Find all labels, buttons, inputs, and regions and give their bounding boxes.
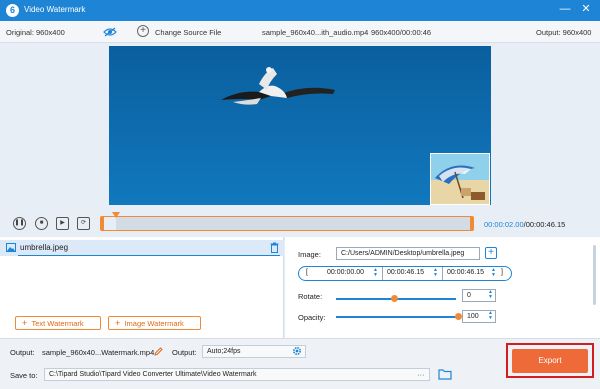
- duration-stepper[interactable]: ▲ ▼: [490, 268, 497, 279]
- end-time-stepper[interactable]: ▲ ▼: [432, 268, 439, 279]
- app-logo-icon: 6: [6, 4, 19, 17]
- opacity-slider-track: [336, 316, 458, 318]
- save-to-label: Save to:: [10, 371, 38, 380]
- playhead[interactable]: [112, 212, 120, 218]
- rotate-slider-knob[interactable]: [391, 295, 398, 302]
- add-text-watermark-button[interactable]: + Text Watermark: [15, 316, 101, 330]
- timeline[interactable]: [100, 216, 474, 231]
- play-icon[interactable]: ❚❚: [13, 217, 26, 230]
- settings-scrollbar[interactable]: [593, 245, 596, 305]
- timeline-end-handle[interactable]: [470, 217, 473, 230]
- umbrella-image: [431, 154, 489, 204]
- add-image-button[interactable]: +: [485, 247, 497, 259]
- source-filename: sample_960x40...ith_audio.mp4: [262, 28, 369, 37]
- folder-icon[interactable]: [438, 368, 452, 380]
- output-resolution: Output: 960x400: [536, 28, 592, 37]
- duration-value[interactable]: 00:00:46.15: [447, 269, 484, 276]
- rotate-slider[interactable]: [336, 295, 456, 303]
- range-close-bracket: ]: [501, 269, 503, 276]
- plus-icon: +: [115, 318, 121, 328]
- start-time-stepper[interactable]: ▲ ▼: [372, 268, 379, 279]
- close-button[interactable]: ✕: [578, 2, 594, 18]
- rotate-label: Rotate:: [298, 292, 323, 301]
- title-bar: 6 Video Watermark — ✕: [0, 0, 600, 21]
- output-label: Output:: [10, 348, 35, 357]
- original-resolution: Original: 960x400: [6, 28, 65, 37]
- change-source-file-button[interactable]: Change Source File: [155, 28, 221, 37]
- text-watermark-label: Text Watermark: [31, 319, 84, 328]
- opacity-stepper[interactable]: ▲ ▼: [487, 311, 494, 322]
- opacity-label: Opacity:: [298, 313, 326, 322]
- minimize-button[interactable]: —: [557, 2, 573, 18]
- total-time: /00:00:46.15: [523, 220, 566, 229]
- output-format-field[interactable]: Auto;24fps: [202, 345, 306, 358]
- time-range-field[interactable]: [ 00:00:00.00 ▲ ▼ 00:00:46.15 ▲ ▼ 00:00:46…: [298, 266, 512, 281]
- image-path-field[interactable]: C:/Users/ADMIN/Desktop/umbrella.jpeg: [336, 247, 480, 260]
- end-time-value[interactable]: 00:00:46.15: [387, 269, 424, 276]
- image-icon: [6, 243, 16, 252]
- window-title: Video Watermark: [24, 5, 86, 14]
- divider: [442, 267, 443, 280]
- image-label: Image:: [298, 250, 321, 259]
- watermark-overlay-image[interactable]: [430, 153, 490, 205]
- edit-icon[interactable]: [154, 347, 163, 356]
- divider: [382, 267, 383, 280]
- plus-circle-icon[interactable]: +: [137, 25, 149, 37]
- opacity-value: 100: [467, 313, 479, 320]
- plus-icon: +: [22, 318, 28, 328]
- range-open-bracket: [: [306, 269, 308, 276]
- gear-icon[interactable]: [292, 346, 302, 356]
- layer-underline: [18, 255, 280, 256]
- save-path-field[interactable]: C:\Tipard Studio\Tipard Video Converter …: [44, 368, 430, 381]
- source-resolution-duration: 960x400/00:00:46: [371, 28, 432, 37]
- start-time-value[interactable]: 00:00:00.00: [327, 269, 364, 276]
- rotate-stepper[interactable]: ▲ ▼: [487, 290, 494, 301]
- opacity-slider-knob[interactable]: [455, 313, 462, 320]
- trash-icon[interactable]: [270, 242, 279, 253]
- opacity-slider[interactable]: [336, 313, 462, 321]
- next-frame-icon[interactable]: ▶: [56, 217, 69, 230]
- rotate-value: 0: [467, 292, 471, 299]
- loop-icon[interactable]: ⟳: [77, 217, 90, 230]
- output-format-label: Output:: [172, 348, 197, 357]
- layer-label: umbrella.jpeg: [20, 243, 69, 252]
- list-item[interactable]: umbrella.jpeg: [0, 240, 284, 256]
- stop-icon[interactable]: ■: [35, 217, 48, 230]
- add-image-watermark-button[interactable]: + Image Watermark: [108, 316, 201, 330]
- info-bar: Original: 960x400 + Change Source File s…: [0, 21, 600, 43]
- current-time: 00:00:02.00: [484, 220, 524, 229]
- timeline-start-handle[interactable]: [101, 217, 104, 230]
- time-readout: 00:00:02.00/00:00:46.15: [484, 220, 565, 229]
- browse-more-button[interactable]: ···: [417, 370, 425, 379]
- eye-off-icon[interactable]: [103, 27, 117, 37]
- export-highlight-frame: [506, 343, 594, 378]
- output-filename: sample_960x40...Watermark.mp4: [42, 348, 155, 357]
- image-watermark-label: Image Watermark: [124, 319, 184, 328]
